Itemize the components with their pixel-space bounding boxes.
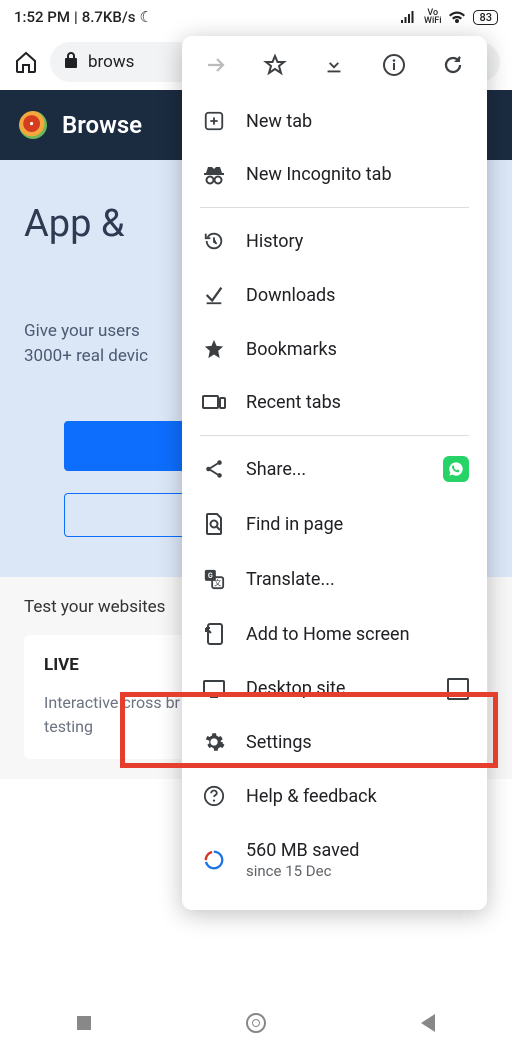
menu-incognito[interactable]: New Incognito tab bbox=[182, 148, 487, 201]
menu-divider bbox=[200, 207, 469, 208]
menu-share-label: Share... bbox=[246, 459, 306, 480]
menu-new-tab-label: New tab bbox=[246, 111, 312, 132]
menu-share[interactable]: Share... bbox=[182, 442, 487, 496]
forward-icon[interactable] bbox=[194, 53, 238, 81]
battery-icon: 83 bbox=[473, 10, 498, 25]
help-icon bbox=[202, 785, 226, 807]
menu-downloads[interactable]: Downloads bbox=[182, 268, 487, 322]
bookmarks-star-icon bbox=[202, 338, 226, 360]
home-button[interactable] bbox=[246, 1013, 266, 1033]
android-nav-bar bbox=[0, 1002, 512, 1044]
menu-downloads-label: Downloads bbox=[246, 285, 335, 306]
brand-logo-icon bbox=[16, 108, 50, 142]
menu-help[interactable]: Help & feedback bbox=[182, 769, 487, 823]
data-saver-icon bbox=[202, 849, 226, 871]
url-text: brows bbox=[88, 52, 134, 72]
menu-translate[interactable]: G文 Translate... bbox=[182, 552, 487, 606]
menu-find-label: Find in page bbox=[246, 514, 343, 535]
menu-history-label: History bbox=[246, 231, 303, 252]
gear-icon bbox=[202, 731, 226, 753]
menu-desktop-site[interactable]: Desktop site bbox=[182, 662, 487, 715]
menu-new-tab[interactable]: New tab bbox=[182, 94, 487, 148]
menu-incognito-label: New Incognito tab bbox=[246, 164, 392, 185]
menu-divider bbox=[200, 435, 469, 436]
menu-settings-label: Settings bbox=[246, 732, 312, 753]
new-tab-icon bbox=[202, 110, 226, 132]
recent-tabs-icon bbox=[202, 394, 226, 412]
dnd-moon-icon: ☾ bbox=[139, 8, 152, 26]
menu-add-home-label: Add to Home screen bbox=[246, 624, 410, 645]
whatsapp-icon[interactable] bbox=[443, 456, 469, 482]
add-home-icon bbox=[202, 622, 226, 646]
menu-add-home[interactable]: Add to Home screen bbox=[182, 606, 487, 662]
signal-icon bbox=[400, 10, 418, 24]
volte-icon: VoWiFi bbox=[424, 9, 441, 25]
menu-find-in-page[interactable]: Find in page bbox=[182, 496, 487, 552]
menu-recent-tabs[interactable]: Recent tabs bbox=[182, 376, 487, 429]
menu-bookmarks-label: Bookmarks bbox=[246, 339, 337, 360]
data-saved-since: since 15 Dec bbox=[246, 862, 359, 882]
info-icon[interactable] bbox=[372, 53, 416, 81]
share-icon bbox=[202, 458, 226, 480]
data-saved-amount: 560 MB saved bbox=[246, 839, 359, 862]
browser-menu: New tab New Incognito tab History Downlo… bbox=[182, 36, 487, 910]
incognito-icon bbox=[202, 165, 226, 185]
recent-apps-button[interactable] bbox=[77, 1016, 91, 1030]
card-body-1: Interactive cross br bbox=[44, 693, 180, 712]
brand-name: Browse bbox=[62, 111, 142, 139]
history-icon bbox=[202, 230, 226, 252]
find-icon bbox=[202, 512, 226, 536]
lock-icon bbox=[64, 52, 78, 72]
wifi-icon bbox=[447, 9, 467, 25]
desktop-icon bbox=[202, 679, 226, 699]
desktop-site-checkbox[interactable] bbox=[447, 678, 469, 700]
card-body-2: testing bbox=[44, 717, 93, 736]
status-time: 1:52 PM bbox=[14, 8, 70, 26]
back-button[interactable] bbox=[421, 1014, 435, 1032]
menu-desktop-label: Desktop site bbox=[246, 678, 345, 699]
menu-translate-label: Translate... bbox=[246, 569, 335, 590]
menu-recent-tabs-label: Recent tabs bbox=[246, 392, 341, 413]
menu-toolbar bbox=[182, 42, 487, 92]
translate-icon: G文 bbox=[202, 568, 226, 590]
home-icon[interactable] bbox=[12, 50, 40, 74]
status-speed: 8.7KB/s bbox=[82, 8, 136, 26]
status-bar: 1:52 PM | 8.7KB/s ☾ VoWiFi 83 bbox=[0, 0, 512, 34]
menu-settings[interactable]: Settings bbox=[182, 715, 487, 769]
menu-bookmarks[interactable]: Bookmarks bbox=[182, 322, 487, 376]
reload-icon[interactable] bbox=[431, 53, 475, 81]
menu-history[interactable]: History bbox=[182, 214, 487, 268]
menu-data-saved[interactable]: 560 MB saved since 15 Dec bbox=[182, 823, 487, 898]
svg-text:文: 文 bbox=[214, 578, 222, 587]
star-icon[interactable] bbox=[253, 53, 297, 81]
menu-help-label: Help & feedback bbox=[246, 786, 377, 807]
downloads-check-icon bbox=[202, 284, 226, 306]
download-icon[interactable] bbox=[312, 54, 356, 80]
